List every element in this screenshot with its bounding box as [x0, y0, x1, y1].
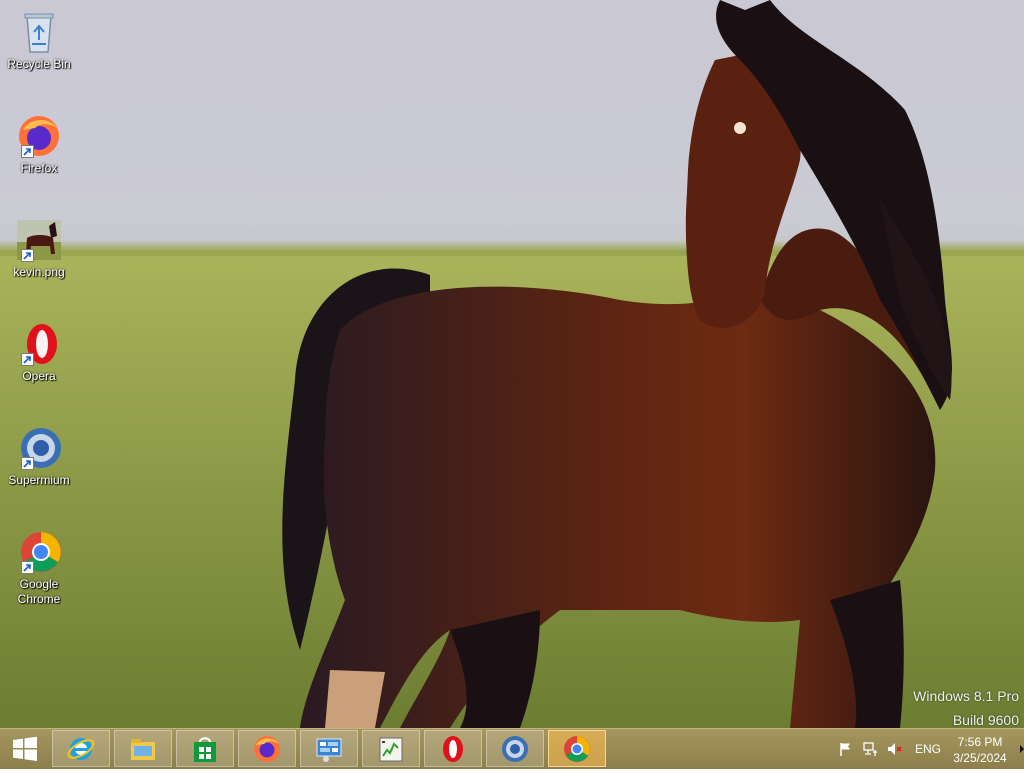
taskbar: ENG 7:56 PM 3/25/2024 [0, 728, 1024, 769]
task-manager-icon [379, 737, 403, 761]
show-desktop-button[interactable] [1016, 729, 1024, 769]
internet-explorer-icon [67, 737, 95, 760]
desktop-icon-label: Recycle Bin [7, 57, 71, 71]
desktop-icon-opera[interactable]: Opera [4, 320, 74, 384]
network-icon[interactable] [862, 741, 878, 757]
horse-wallpaper [0, 0, 1024, 728]
store-icon [194, 736, 216, 762]
desktop-icon-label: Google Chrome [17, 577, 61, 606]
start-button[interactable] [2, 729, 48, 769]
desktop-icon-label: Firefox [20, 161, 58, 175]
desktop[interactable]: Recycle Bin Firefox kevin.png Opera Supe… [0, 0, 1024, 728]
clock-time: 7:56 PM [957, 735, 1003, 749]
desktop-icon-recycle-bin[interactable]: Recycle Bin [4, 8, 74, 72]
shortcut-arrow-icon [21, 249, 34, 262]
recycle-bin-icon [24, 13, 54, 53]
watermark-build: Build 9600 [952, 712, 1019, 728]
action-center-flag-icon[interactable] [838, 741, 854, 757]
desktop-icon-label: kevin.png [13, 265, 65, 279]
volume-muted-icon[interactable] [886, 741, 902, 757]
desktop-icon-kevin-png[interactable]: kevin.png [4, 216, 74, 280]
taskbar-button-firefox[interactable] [238, 730, 296, 767]
firefox-icon [254, 735, 280, 762]
taskbar-button-supermium[interactable] [486, 730, 544, 767]
windows-watermark: Windows 8.1 Pro Build 9600 [913, 684, 1019, 728]
desktop-icon-label: Opera [22, 369, 56, 383]
control-panel-icon [316, 738, 342, 762]
desktop-icon-supermium[interactable]: Supermium [4, 424, 74, 488]
taskbar-button-internet-explorer[interactable] [52, 730, 110, 767]
shortcut-arrow-icon [21, 145, 34, 158]
windows-logo-icon [13, 736, 37, 761]
taskbar-button-task-manager[interactable] [362, 730, 420, 767]
desktop-icon-firefox[interactable]: Firefox [4, 112, 74, 176]
file-explorer-icon [131, 738, 155, 760]
desktop-icon-google-chrome[interactable]: Google Chrome [4, 528, 74, 607]
supermium-icon [502, 735, 528, 762]
taskbar-button-chrome[interactable] [548, 730, 606, 767]
taskbar-button-opera[interactable] [424, 730, 482, 767]
watermark-edition: Windows 8.1 Pro [913, 688, 1019, 704]
shortcut-arrow-icon [21, 457, 34, 470]
opera-icon [443, 735, 463, 762]
taskbar-button-file-explorer[interactable] [114, 730, 172, 767]
language-indicator[interactable]: ENG [915, 742, 941, 756]
clock-date: 3/25/2024 [953, 751, 1007, 765]
desktop-icon-label: Supermium [8, 473, 70, 487]
taskbar-button-store[interactable] [176, 730, 234, 767]
shortcut-arrow-icon [21, 353, 34, 366]
chrome-icon [564, 735, 590, 762]
shortcut-arrow-icon [21, 561, 34, 574]
clock[interactable]: 7:56 PM 3/25/2024 [948, 734, 1012, 766]
taskbar-button-control-panel[interactable] [300, 730, 358, 767]
